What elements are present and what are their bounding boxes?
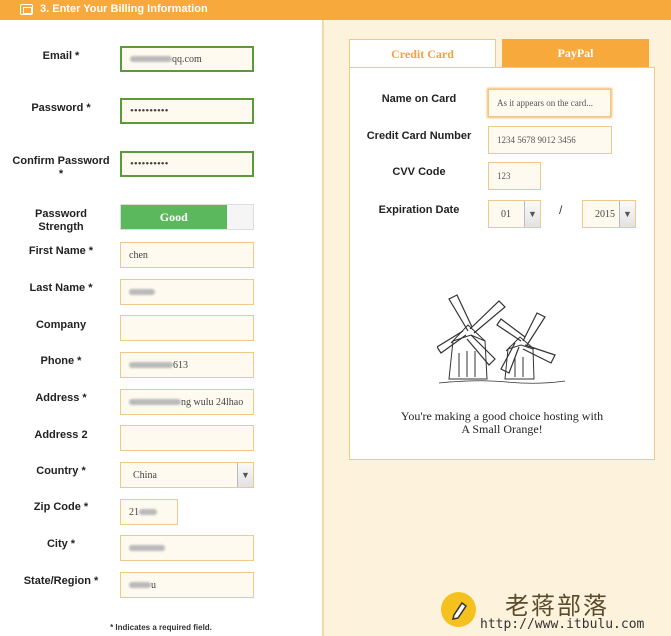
expiration-label: Expiration Date <box>378 204 460 216</box>
windmill-illustration <box>437 294 566 384</box>
card-number-label: Credit Card Number <box>366 130 472 142</box>
chevron-down-icon[interactable]: ▼ <box>524 201 540 227</box>
state-field[interactable]: u <box>120 572 254 598</box>
country-value: China <box>133 469 157 481</box>
address-field[interactable]: ng wulu 24lhao <box>120 389 254 415</box>
redacted-text <box>129 289 155 295</box>
expiration-year-select[interactable]: 2015 ▼ <box>582 200 636 228</box>
tab-credit-card[interactable]: Credit Card <box>349 39 496 68</box>
tab-paypal[interactable]: PayPal <box>502 39 649 68</box>
redacted-text <box>139 509 157 515</box>
watermark-url: http://www.itbulu.com <box>480 617 645 632</box>
company-label: Company <box>35 319 87 331</box>
pencil-icon <box>441 592 476 627</box>
last-name-label: Last Name * <box>29 282 93 294</box>
section-header: 3. Enter Your Billing Information <box>0 0 671 20</box>
cvv-label: CVV Code <box>392 166 446 178</box>
last-name-field[interactable] <box>120 279 254 305</box>
redacted-text <box>129 545 165 551</box>
section-title: 3. Enter Your Billing Information <box>40 3 208 15</box>
password-label: Password * <box>31 102 91 114</box>
redacted-text <box>129 582 151 588</box>
phone-label: Phone * <box>40 355 82 367</box>
first-name-label: First Name * <box>28 245 94 257</box>
panel-divider <box>322 20 324 636</box>
tagline-line-2: A Small Orange! <box>461 422 543 436</box>
date-separator: / <box>559 203 563 217</box>
redacted-text <box>130 56 172 62</box>
redacted-text <box>129 362 173 368</box>
email-label: Email * <box>42 50 80 62</box>
zip-label: Zip Code * <box>33 501 89 513</box>
tagline: You're making a good choice hosting with… <box>349 410 655 436</box>
name-on-card-field[interactable]: As it appears on the card... <box>488 89 611 117</box>
country-select[interactable]: China ▼ <box>120 462 254 488</box>
first-name-field[interactable]: chen <box>120 242 254 268</box>
strength-indicator: Good <box>121 205 227 229</box>
name-on-card-label: Name on Card <box>381 93 457 105</box>
password-field[interactable]: •••••••••• <box>120 98 254 124</box>
email-field[interactable]: qq.com <box>120 46 254 72</box>
state-label: State/Region * <box>23 575 99 587</box>
redacted-text <box>129 399 181 405</box>
country-label: Country * <box>36 465 86 477</box>
month-value: 01 <box>501 208 511 220</box>
card-icon <box>20 4 33 15</box>
state-value: u <box>151 579 156 591</box>
city-label: City * <box>46 538 76 550</box>
password-strength-meter: Good <box>120 204 254 230</box>
address-label: Address * <box>35 392 87 404</box>
expiration-month-select[interactable]: 01 ▼ <box>488 200 541 228</box>
phone-value: 613 <box>173 359 188 371</box>
confirm-password-label: Confirm Password * <box>12 155 110 180</box>
phone-field[interactable]: 613 <box>120 352 254 378</box>
address-value: ng wulu 24lhao <box>181 396 244 408</box>
watermark-name: 老蒋部落 <box>505 592 609 620</box>
chevron-down-icon[interactable]: ▼ <box>237 463 253 487</box>
cvv-field[interactable]: 123 <box>488 162 541 190</box>
zip-value: 21 <box>129 506 139 518</box>
year-value: 2015 <box>595 208 615 220</box>
address2-field[interactable] <box>120 425 254 451</box>
company-field[interactable] <box>120 315 254 341</box>
city-field[interactable] <box>120 535 254 561</box>
required-note: * Indicates a required field. <box>110 623 212 632</box>
address2-label: Address 2 <box>34 429 88 441</box>
card-number-field[interactable]: 1234 5678 9012 3456 <box>488 126 612 154</box>
confirm-password-field[interactable]: •••••••••• <box>120 151 254 177</box>
zip-field[interactable]: 21 <box>120 499 178 525</box>
email-value: qq.com <box>172 53 202 65</box>
chevron-down-icon[interactable]: ▼ <box>619 201 635 227</box>
password-strength-label: Password Strength <box>35 208 87 233</box>
